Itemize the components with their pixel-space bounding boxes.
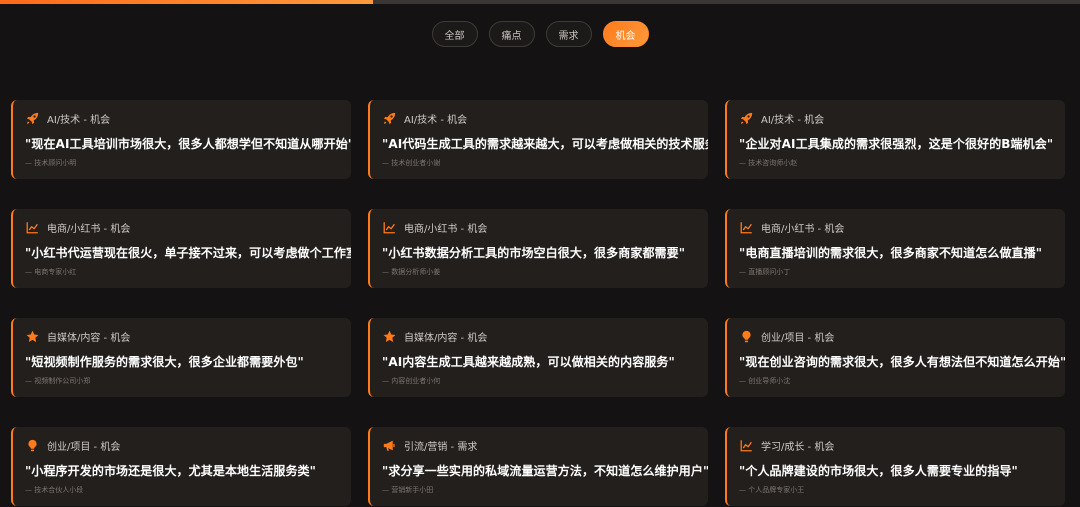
filter-chip-needs[interactable]: 需求 — [545, 21, 592, 47]
card-category-tag: 电商/小红书 - 机会 — [382, 219, 696, 235]
card-quote: "小红书代运营现在很火，单子接不过来，可以考虑做个工作室" — [25, 246, 351, 260]
card-author: — 视频制作公司小郑 — [25, 377, 91, 385]
insight-card[interactable]: AI/技术 - 机会 "AI代码生成工具的需求越来越大，可以考虑做相关的技术服务"… — [368, 100, 708, 179]
card-author: — 内容创业者小何 — [382, 377, 441, 385]
chart-line-icon — [739, 220, 753, 234]
card-category-label: 电商/小红书 - 机会 — [47, 223, 131, 235]
card-category-label: 学习/成长 - 机会 — [761, 441, 835, 453]
card-author: — 技术合伙人小段 — [25, 486, 84, 494]
card-category-label: 创业/项目 - 机会 — [47, 441, 121, 453]
card-author: — 技术创业者小谢 — [382, 159, 441, 167]
card-category-label: 引流/营销 - 需求 — [404, 441, 478, 453]
card-author: — 技术咨询师小赵 — [739, 159, 798, 167]
card-author: — 营销新手小田 — [382, 486, 434, 494]
card-category-tag: 学习/成长 - 机会 — [739, 437, 1053, 453]
card-category-label: 电商/小红书 - 机会 — [761, 223, 845, 235]
card-category-label: 电商/小红书 - 机会 — [404, 223, 488, 235]
card-author: — 个人品牌专家小王 — [739, 486, 805, 494]
card-quote: "短视频制作服务的需求很大，很多企业都需要外包" — [25, 355, 304, 369]
card-quote: "现在创业咨询的需求很大，很多人有想法但不知道怎么开始" — [739, 355, 1065, 369]
insight-card[interactable]: 电商/小红书 - 机会 "电商直播培训的需求很大，很多商家不知道怎么做直播" — 直… — [725, 209, 1065, 288]
insight-card[interactable]: 自媒体/内容 - 机会 "AI内容生成工具越来越成熟，可以做相关的内容服务" — 内… — [368, 318, 708, 397]
card-quote: "小红书数据分析工具的市场空白很大，很多商家都需要" — [382, 246, 686, 260]
insight-card-grid: AI/技术 - 机会 "现在AI工具培训市场很大，很多人都想学但不知道从哪开始" —… — [11, 100, 1069, 506]
card-category-label: 自媒体/内容 - 机会 — [47, 332, 131, 344]
rocket-icon — [25, 111, 39, 125]
card-category-tag: 创业/项目 - 机会 — [25, 437, 339, 453]
chart-line-icon — [382, 220, 396, 234]
insight-card[interactable]: 电商/小红书 - 机会 "小红书数据分析工具的市场空白很大，很多商家都需要" — 数… — [368, 209, 708, 288]
insight-card[interactable]: 学习/成长 - 机会 "个人品牌建设的市场很大，很多人需要专业的指导" — 个人品牌… — [725, 427, 1065, 506]
page-progress-bar — [0, 0, 1080, 4]
filter-chip-pain-points[interactable]: 痛点 — [488, 21, 535, 47]
lightbulb-icon — [739, 329, 753, 343]
rocket-icon — [739, 111, 753, 125]
filter-tabs: 全部 痛点 需求 机会 — [0, 21, 1080, 47]
insight-card[interactable]: AI/技术 - 机会 "企业对AI工具集成的需求很强烈，这是个很好的B端机会" — … — [725, 100, 1065, 179]
insight-card[interactable]: 自媒体/内容 - 机会 "短视频制作服务的需求很大，很多企业都需要外包" — 视频制… — [11, 318, 351, 397]
star-icon — [382, 329, 396, 343]
card-category-label: AI/技术 - 机会 — [404, 114, 468, 126]
filter-chip-opportunities[interactable]: 机会 — [602, 21, 649, 47]
card-category-label: 创业/项目 - 机会 — [761, 332, 835, 344]
card-category-tag: AI/技术 - 机会 — [382, 110, 696, 126]
insight-card[interactable]: 电商/小红书 - 机会 "小红书代运营现在很火，单子接不过来，可以考虑做个工作室"… — [11, 209, 351, 288]
card-quote: "AI代码生成工具的需求越来越大，可以考虑做相关的技术服务" — [382, 137, 708, 151]
card-category-label: 自媒体/内容 - 机会 — [404, 332, 488, 344]
card-author: — 创业导师小沈 — [739, 377, 791, 385]
card-category-tag: 自媒体/内容 - 机会 — [382, 328, 696, 344]
card-quote: "求分享一些实用的私域流量运营方法，不知道怎么维护用户" — [382, 464, 708, 478]
card-category-tag: 自媒体/内容 - 机会 — [25, 328, 339, 344]
insight-card[interactable]: AI/技术 - 机会 "现在AI工具培训市场很大，很多人都想学但不知道从哪开始" —… — [11, 100, 351, 179]
rocket-icon — [382, 111, 396, 125]
card-category-tag: AI/技术 - 机会 — [25, 110, 339, 126]
card-quote: "个人品牌建设的市场很大，很多人需要专业的指导" — [739, 464, 1018, 478]
lightbulb-icon — [25, 438, 39, 452]
page-progress-fill — [0, 0, 373, 4]
card-category-label: AI/技术 - 机会 — [47, 114, 111, 126]
insight-card[interactable]: 引流/营销 - 需求 "求分享一些实用的私域流量运营方法，不知道怎么维护用户" — … — [368, 427, 708, 506]
megaphone-icon — [382, 438, 396, 452]
card-category-tag: 引流/营销 - 需求 — [382, 437, 696, 453]
star-icon — [25, 329, 39, 343]
chart-line-icon — [25, 220, 39, 234]
card-category-tag: 创业/项目 - 机会 — [739, 328, 1053, 344]
insight-card[interactable]: 创业/项目 - 机会 "现在创业咨询的需求很大，很多人有想法但不知道怎么开始" — … — [725, 318, 1065, 397]
chart-line-icon — [739, 438, 753, 452]
filter-chip-all[interactable]: 全部 — [431, 21, 478, 47]
insight-card[interactable]: 创业/项目 - 机会 "小程序开发的市场还是很大，尤其是本地生活服务类" — 技术合… — [11, 427, 351, 506]
card-quote: "企业对AI工具集成的需求很强烈，这是个很好的B端机会" — [739, 137, 1054, 151]
card-category-tag: AI/技术 - 机会 — [739, 110, 1053, 126]
card-author: — 直播顾问小丁 — [739, 268, 791, 276]
card-quote: "现在AI工具培训市场很大，很多人都想学但不知道从哪开始" — [25, 137, 351, 151]
card-author: — 电商专家小红 — [25, 268, 77, 276]
card-category-label: AI/技术 - 机会 — [761, 114, 825, 126]
card-author: — 技术顾问小明 — [25, 159, 77, 167]
card-quote: "电商直播培训的需求很大，很多商家不知道怎么做直播" — [739, 246, 1043, 260]
card-category-tag: 电商/小红书 - 机会 — [25, 219, 339, 235]
card-author: — 数据分析师小姜 — [382, 268, 441, 276]
card-quote: "小程序开发的市场还是很大，尤其是本地生活服务类" — [25, 464, 317, 478]
card-quote: "AI内容生成工具越来越成熟，可以做相关的内容服务" — [382, 355, 675, 369]
card-category-tag: 电商/小红书 - 机会 — [739, 219, 1053, 235]
